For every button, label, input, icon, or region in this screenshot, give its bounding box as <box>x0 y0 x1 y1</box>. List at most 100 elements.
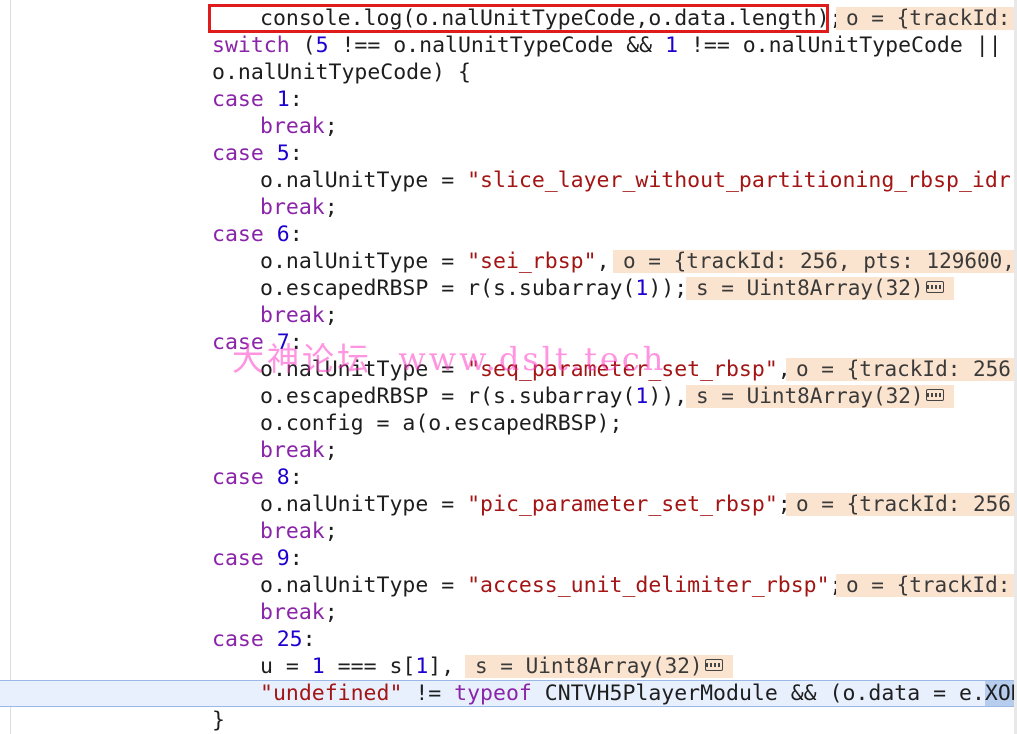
code-text: case 1: <box>212 86 303 113</box>
code-token: )); <box>648 276 688 301</box>
code-line[interactable]: } <box>0 707 1017 734</box>
inline-value-hint[interactable]: o = {trackId: 256, <box>786 358 1017 381</box>
code-token: o.nalUnitType = <box>260 573 468 598</box>
code-token: 25 <box>276 627 303 652</box>
code-text: console.log(o.nalUnitTypeCode,o.data.len… <box>260 5 842 32</box>
code-line[interactable]: o.nalUnitTypeCode) { <box>0 59 1017 86</box>
code-token: : <box>289 465 303 490</box>
code-text: o.config = a(o.escapedRBSP); <box>260 410 622 437</box>
code-line[interactable]: case 25: <box>0 626 1017 653</box>
inline-value-hint[interactable]: s = Uint8Array(32) <box>686 277 954 300</box>
inline-value-text: o = {trackId: 256, pts: 129600, <box>623 249 1015 273</box>
code-line[interactable]: break; <box>0 599 1017 626</box>
inline-value-text: o = {trackId: <box>846 573 1011 597</box>
code-line[interactable]: break; <box>0 113 1017 140</box>
code-token: , <box>596 249 610 274</box>
memory-inspector-icon[interactable] <box>925 281 944 293</box>
code-text: switch (5 !== o.nalUnitTypeCode && 1 !==… <box>212 32 1017 59</box>
code-token: "sei_rbsp" <box>467 249 597 274</box>
code-text: break; <box>260 113 338 140</box>
code-text: case 25: <box>212 626 316 653</box>
code-token: o.nalUnitTypeCode) { <box>212 60 471 85</box>
inline-value-hint[interactable]: o = {trackId: <box>836 574 1017 597</box>
code-token: switch <box>212 33 290 58</box>
code-text: o.nalUnitType = "sei_rbsp", <box>260 248 610 275</box>
code-token: : <box>289 87 303 112</box>
code-line[interactable]: case 7: <box>0 329 1017 356</box>
code-text: u = 1 === s[1], <box>260 653 454 680</box>
code-text: case 6: <box>212 221 303 248</box>
code-line[interactable]: break; <box>0 194 1017 221</box>
code-line[interactable]: o.nalUnitType = "access_unit_delimiter_r… <box>0 572 1017 599</box>
code-token: 6 <box>276 222 290 247</box>
code-line[interactable]: break; <box>0 302 1017 329</box>
code-line[interactable]: o.config = a(o.escapedRBSP); <box>0 410 1017 437</box>
code-line[interactable]: switch (5 !== o.nalUnitTypeCode && 1 !==… <box>0 32 1017 59</box>
code-token: "undefined" <box>260 681 403 706</box>
code-line[interactable]: u = 1 === s[1], s = Uint8Array(32) <box>0 653 1017 680</box>
code-token: ; <box>324 519 338 544</box>
code-token: "seq_parameter_set_rbsp" <box>467 357 778 382</box>
code-line[interactable]: case 6: <box>0 221 1017 248</box>
code-token: 1 <box>311 654 325 679</box>
code-token: 9 <box>276 546 290 571</box>
code-line[interactable]: break; <box>0 518 1017 545</box>
code-token: break <box>260 600 325 625</box>
code-token: 1 <box>665 33 679 58</box>
inline-value-text: s = Uint8Array(32) <box>696 276 924 300</box>
code-line[interactable]: o.nalUnitType = "sei_rbsp", o = {trackId:… <box>0 248 1017 275</box>
code-line[interactable]: o.escapedRBSP = r(s.subarray(1)); s = Uin… <box>0 275 1017 302</box>
code-token: ; <box>324 438 338 463</box>
inline-value-text: o = {trackId: <box>846 6 1011 30</box>
code-token: ; <box>324 600 338 625</box>
code-line[interactable]: o.nalUnitType = "slice_layer_without_par… <box>0 167 1017 194</box>
code-token: : <box>289 330 303 355</box>
code-token: 8 <box>276 465 290 490</box>
code-text: o.nalUnitType = "access_unit_delimiter_r… <box>260 572 843 599</box>
code-line[interactable]: case 1: <box>0 86 1017 113</box>
code-line[interactable]: o.nalUnitType = "seq_parameter_set_rbsp"… <box>0 356 1017 383</box>
code-token: 7 <box>276 330 290 355</box>
code-token: ; <box>324 303 338 328</box>
inline-value-hint[interactable]: o = {trackId: 256, <box>786 493 1017 516</box>
code-token: "slice_layer_without_partitioning_rbsp_i… <box>467 168 1017 193</box>
code-line[interactable]: o.nalUnitType = "pic_parameter_set_rbsp"… <box>0 491 1017 518</box>
inline-value-hint[interactable]: s = Uint8Array(32) <box>686 385 954 408</box>
code-line[interactable]: case 8: <box>0 464 1017 491</box>
code-text: case 5: <box>212 140 303 167</box>
code-token: != <box>402 681 455 706</box>
code-token: case <box>212 222 264 247</box>
code-token: o.nalUnitType = <box>260 168 468 193</box>
code-line[interactable]: case 5: <box>0 140 1017 167</box>
code-token: o.config = a(o.escapedRBSP); <box>260 411 623 436</box>
memory-inspector-icon[interactable] <box>925 389 944 401</box>
code-token: case <box>212 87 264 112</box>
memory-inspector-icon[interactable] <box>704 659 723 671</box>
code-token: ( <box>289 33 316 58</box>
code-editor[interactable]: console.log(o.nalUnitTypeCode,o.data.len… <box>0 0 1017 734</box>
code-line[interactable]: case 9: <box>0 545 1017 572</box>
code-text: o.nalUnitType = "seq_parameter_set_rbsp"… <box>260 356 791 383</box>
code-line[interactable]: break; <box>0 437 1017 464</box>
inline-value-hint[interactable]: o = {trackId: 256, pts: 129600, <box>613 250 1017 273</box>
code-line[interactable]: console.log(o.nalUnitTypeCode,o.data.len… <box>0 5 1017 32</box>
code-text: "undefined" != typeof CNTVH5PlayerModule… <box>260 681 1017 706</box>
code-text: o.escapedRBSP = r(s.subarray(1)); <box>260 275 687 302</box>
code-text: case 7: <box>212 329 303 356</box>
code-token: CNTVH5PlayerModule && (o.data = e. <box>531 681 985 706</box>
code-text: break; <box>260 194 338 221</box>
code-text: o.nalUnitType = "slice_layer_without_par… <box>260 167 1017 194</box>
code-line[interactable]: o.escapedRBSP = r(s.subarray(1)), s = Uin… <box>0 383 1017 410</box>
code-text: break; <box>260 302 338 329</box>
inline-value-hint[interactable]: o = {trackId: <box>836 7 1017 30</box>
code-token: o.nalUnitType = <box>260 357 468 382</box>
inline-value-hint[interactable]: s = Uint8Array(32) <box>465 655 733 678</box>
code-token: : <box>289 141 303 166</box>
code-token: u = <box>260 654 312 679</box>
code-line-current[interactable]: "undefined" != typeof CNTVH5PlayerModule… <box>0 680 1017 707</box>
